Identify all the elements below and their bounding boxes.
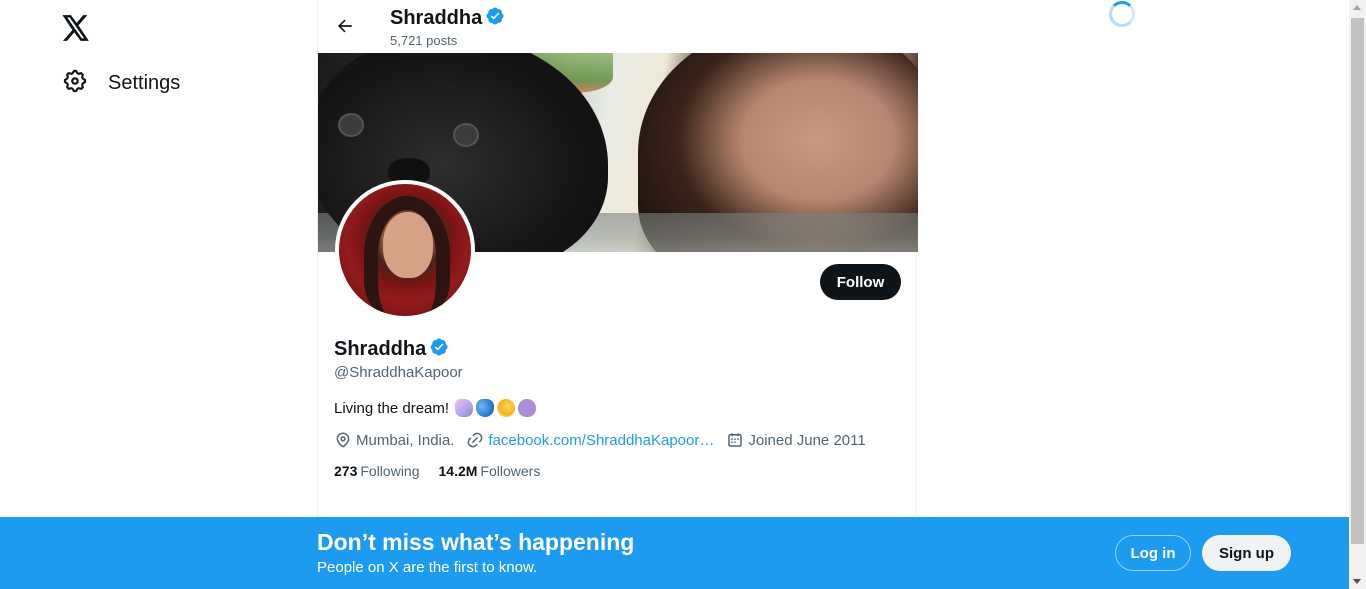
profile-column: Shraddha 5,721 posts Follow Shraddha @Sh… (317, 0, 918, 589)
scroll-up-arrow-icon[interactable] (1353, 5, 1361, 10)
profile-header-bar: Shraddha 5,721 posts (318, 0, 918, 53)
signup-button[interactable]: Sign up (1202, 535, 1291, 571)
bio-text: Living the dream! (334, 399, 450, 417)
profile-handle: @ShraddhaKapoor (334, 364, 463, 381)
back-arrow-icon (337, 19, 352, 33)
joined-text: Joined June 2011 (748, 431, 866, 449)
purple-heart-icon (518, 399, 537, 417)
location-text: Mumbai, India. (356, 431, 455, 449)
header-name-row: Shraddha (390, 6, 505, 31)
following-link[interactable]: 273 Following (334, 463, 420, 479)
header-name: Shraddha (390, 7, 483, 29)
scroll-down-arrow-icon[interactable] (1353, 579, 1361, 584)
profile-stats: 273 Following 14.2M Followers (334, 463, 540, 479)
dizzy-star-icon (497, 399, 516, 417)
x-logo-icon[interactable] (58, 10, 94, 46)
scrollbar-thumb[interactable] (1351, 18, 1364, 544)
calendar-icon (728, 433, 743, 447)
page-scrollbar[interactable] (1349, 0, 1366, 589)
butterfly-icon (476, 399, 495, 417)
profile-meta-row: Mumbai, India. facebook.com/ShraddhaKapo… (334, 431, 878, 449)
login-button[interactable]: Log in (1115, 535, 1191, 571)
prompt-subtitle: People on X are the first to know. (317, 559, 538, 576)
profile-name-row: Shraddha (334, 337, 449, 362)
website-link[interactable]: facebook.com/ShraddhaKapoor… (488, 432, 714, 449)
gear-icon (62, 68, 88, 99)
header-post-count: 5,721 posts (390, 33, 458, 48)
profile-joined: Joined June 2011 (726, 431, 866, 449)
unicorn-icon (455, 399, 474, 417)
avatar[interactable] (335, 180, 475, 320)
loading-spinner-icon (1109, 1, 1135, 27)
following-label: Following (360, 463, 420, 479)
location-pin-icon (336, 432, 350, 448)
following-count: 273 (334, 463, 358, 479)
followers-count: 14.2M (438, 463, 478, 479)
verified-badge-icon (485, 6, 505, 31)
followers-label: Followers (480, 463, 541, 479)
back-button[interactable] (330, 11, 360, 41)
profile-name: Shraddha (334, 338, 427, 360)
profile-location: Mumbai, India. (334, 431, 454, 449)
link-icon (468, 432, 483, 448)
left-navigation: Settings (0, 0, 317, 589)
followers-link[interactable]: 14.2M Followers (439, 463, 541, 479)
nav-settings[interactable]: Settings (58, 64, 184, 102)
prompt-title: Don’t miss what’s happening (317, 529, 635, 555)
signup-prompt-bar: Don’t miss what’s happening People on X … (0, 517, 1349, 589)
profile-website: facebook.com/ShraddhaKapoor… (466, 431, 714, 449)
verified-badge-icon[interactable] (429, 337, 449, 362)
profile-bio: Living the dream! (334, 399, 537, 417)
settings-label: Settings (108, 71, 181, 94)
follow-button[interactable]: Follow (820, 264, 901, 300)
